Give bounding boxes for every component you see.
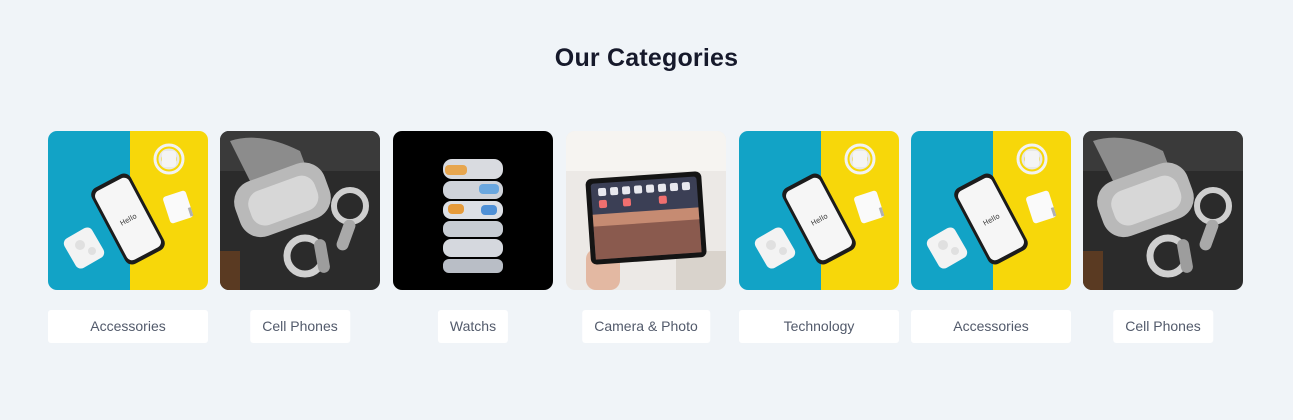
category-card-accessories-2: Accessories bbox=[911, 131, 1071, 343]
category-label-cell-phones[interactable]: Cell Phones bbox=[250, 310, 350, 343]
category-image[interactable] bbox=[48, 131, 208, 290]
category-card-cell-phones-2: Cell Phones bbox=[1083, 131, 1243, 343]
category-image[interactable] bbox=[566, 131, 726, 290]
section-title: Our Categories bbox=[554, 44, 739, 72]
category-image[interactable] bbox=[911, 131, 1071, 290]
category-label-camera-photo[interactable]: Camera & Photo bbox=[582, 310, 710, 343]
category-label-technology[interactable]: Technology bbox=[739, 310, 899, 343]
category-image[interactable] bbox=[393, 131, 553, 290]
category-label-accessories[interactable]: Accessories bbox=[911, 310, 1071, 343]
category-image[interactable] bbox=[220, 131, 380, 290]
category-card-watchs: Watchs bbox=[393, 131, 553, 343]
category-card-camera-photo: Camera & Photo bbox=[566, 131, 726, 343]
category-card-cell-phones: Cell Phones bbox=[220, 131, 380, 343]
category-label-watchs[interactable]: Watchs bbox=[437, 310, 509, 343]
category-image[interactable] bbox=[1083, 131, 1243, 290]
category-label-accessories[interactable]: Accessories bbox=[48, 310, 208, 343]
category-label-cell-phones[interactable]: Cell Phones bbox=[1113, 310, 1213, 343]
category-card-technology: Technology bbox=[739, 131, 899, 343]
category-image[interactable] bbox=[739, 131, 899, 290]
category-card-accessories: Accessories bbox=[48, 131, 208, 343]
